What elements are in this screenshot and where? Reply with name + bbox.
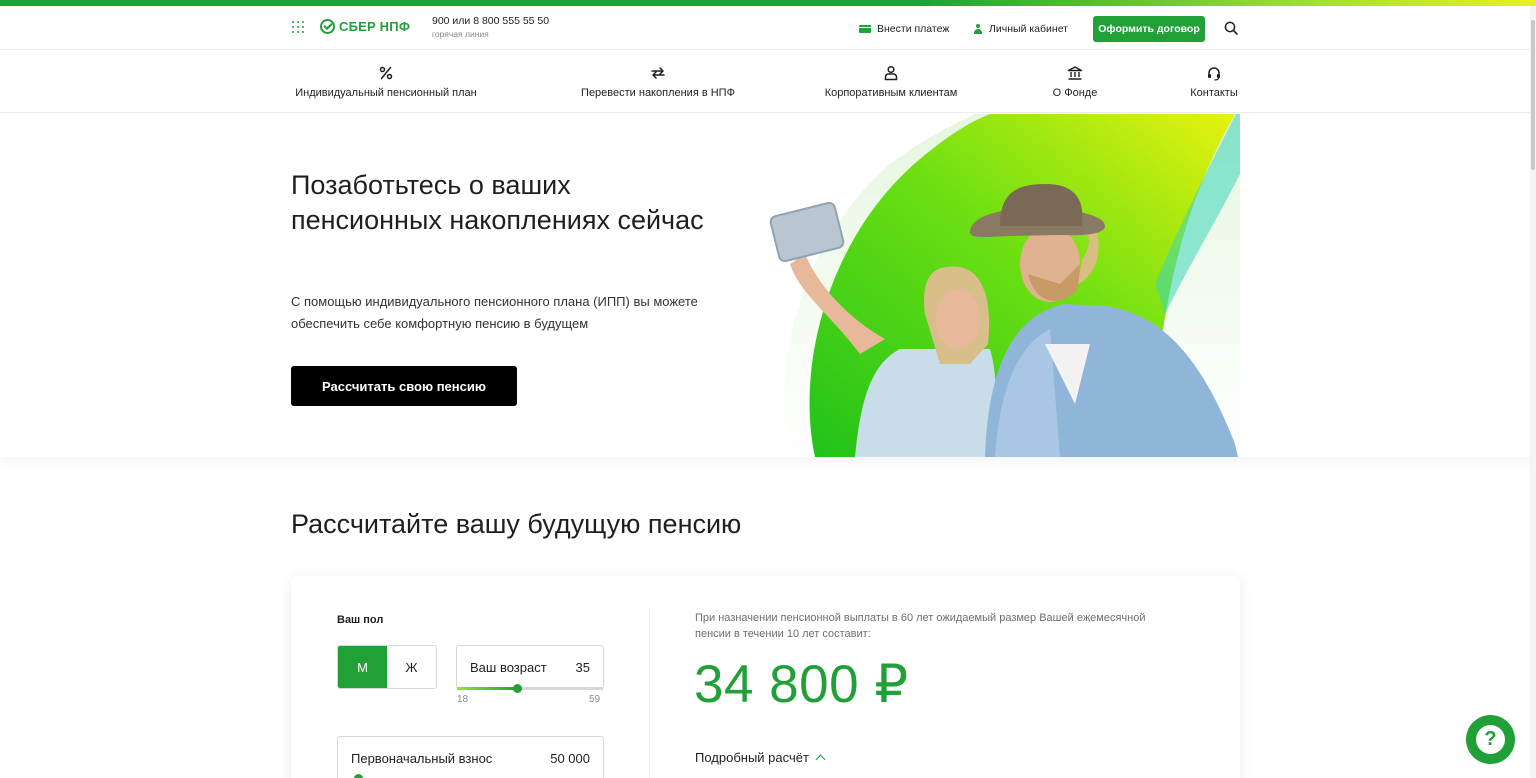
hotline-label: горячая линия — [432, 29, 489, 39]
gender-female-button[interactable]: Ж — [387, 646, 436, 688]
nav-item-label: Корпоративным клиентам — [824, 87, 958, 99]
cabinet-link-label: Личный кабинет — [989, 23, 1068, 35]
calculator-card: Ваш пол М Ж Ваш возраст 35 18 59 Первона… — [291, 576, 1240, 778]
headset-icon — [1208, 67, 1220, 81]
bank-building-icon — [1067, 66, 1083, 80]
age-min-label: 18 — [457, 694, 469, 705]
nav-item-label: Перевести накопления в НПФ — [581, 87, 735, 99]
age-field-value: 35 — [575, 659, 590, 675]
help-chat-button[interactable]: ? — [1466, 715, 1515, 764]
initial-fee-label: Первоначальный взнос — [351, 750, 493, 766]
initial-fee-slider-thumb[interactable] — [354, 774, 363, 778]
apps-grid-icon[interactable] — [292, 21, 304, 33]
logo[interactable]: СБЕР НПФ — [320, 19, 410, 34]
hero-subtitle: С помощью индивидуального пенсионного пл… — [291, 294, 698, 331]
hotline-number[interactable]: 900 или 8 800 555 55 50 — [432, 15, 549, 27]
age-field[interactable]: Ваш возраст 35 — [456, 645, 604, 689]
age-slider-fill — [457, 687, 517, 690]
search-icon[interactable] — [1224, 21, 1238, 35]
calculate-pension-button[interactable]: Рассчитать свою пенсию — [291, 366, 517, 406]
logo-text: СБЕР НПФ — [339, 19, 411, 34]
pay-link[interactable]: Внести платеж — [859, 23, 949, 35]
age-field-label: Ваш возраст — [470, 659, 547, 675]
question-icon: ? — [1476, 725, 1505, 754]
card-icon — [859, 25, 871, 33]
age-max-label: 59 — [589, 694, 601, 705]
nav-item-label: Контакты — [1190, 87, 1238, 99]
nav-item-label: Индивидуальный пенсионный план — [295, 87, 477, 99]
hero-title: Позаботьтесь о ваших пенсионных накоплен… — [291, 170, 704, 235]
hotline: 900 или 8 800 555 55 50 горячая линия — [432, 15, 549, 39]
transfer-arrows-icon — [651, 67, 665, 79]
scrollbar-thumb[interactable] — [1531, 20, 1535, 170]
detailed-calculation-label: Подробный расчёт — [695, 750, 809, 765]
nav-item-about[interactable]: О Фонде — [1051, 65, 1099, 99]
result-amount: 34 800 ₽ — [694, 655, 909, 714]
result-note: При назначении пенсионной выплаты в 60 л… — [695, 612, 1146, 640]
percent-icon — [379, 66, 393, 80]
initial-fee-value: 50 000 — [550, 750, 590, 766]
gender-label: Ваш пол — [337, 614, 384, 626]
age-slider-thumb[interactable] — [512, 684, 522, 693]
nav-item-contacts[interactable]: Контакты — [1187, 65, 1241, 99]
sber-logo-icon — [320, 19, 335, 34]
age-slider[interactable] — [457, 684, 603, 693]
nav-item-ipp[interactable]: Индивидуальный пенсионный план — [291, 65, 481, 99]
page: СБЕР НПФ 900 или 8 800 555 55 50 горячая… — [0, 0, 1536, 778]
calculator-title: Рассчитайте вашу будущую пенсию — [291, 509, 742, 539]
detailed-calculation-link[interactable]: Подробный расчёт — [695, 750, 826, 765]
initial-fee-field[interactable]: Первоначальный взнос 50 000 — [337, 736, 604, 778]
chevron-up-icon — [815, 754, 826, 765]
calculator-divider — [649, 608, 650, 778]
gender-male-button[interactable]: М — [338, 646, 387, 688]
nav-item-transfer[interactable]: Перевести накопления в НПФ — [571, 65, 745, 99]
hero-section: Позаботьтесь о ваших пенсионных накоплен… — [0, 114, 1536, 457]
user-icon — [973, 24, 983, 34]
corporate-user-icon — [884, 65, 898, 81]
hero-couple-selfie-image — [769, 114, 1240, 457]
gender-toggle: М Ж — [337, 645, 437, 689]
nav-item-corporate[interactable]: Корпоративным клиентам — [821, 65, 961, 99]
contract-button[interactable]: Оформить договор — [1093, 16, 1205, 42]
nav-item-label: О Фонде — [1052, 87, 1098, 99]
header: СБЕР НПФ 900 или 8 800 555 55 50 горячая… — [0, 6, 1536, 50]
cabinet-link[interactable]: Личный кабинет — [973, 23, 1068, 35]
pay-link-label: Внести платеж — [877, 23, 950, 35]
main-nav: Индивидуальный пенсионный план Перевести… — [0, 51, 1536, 113]
